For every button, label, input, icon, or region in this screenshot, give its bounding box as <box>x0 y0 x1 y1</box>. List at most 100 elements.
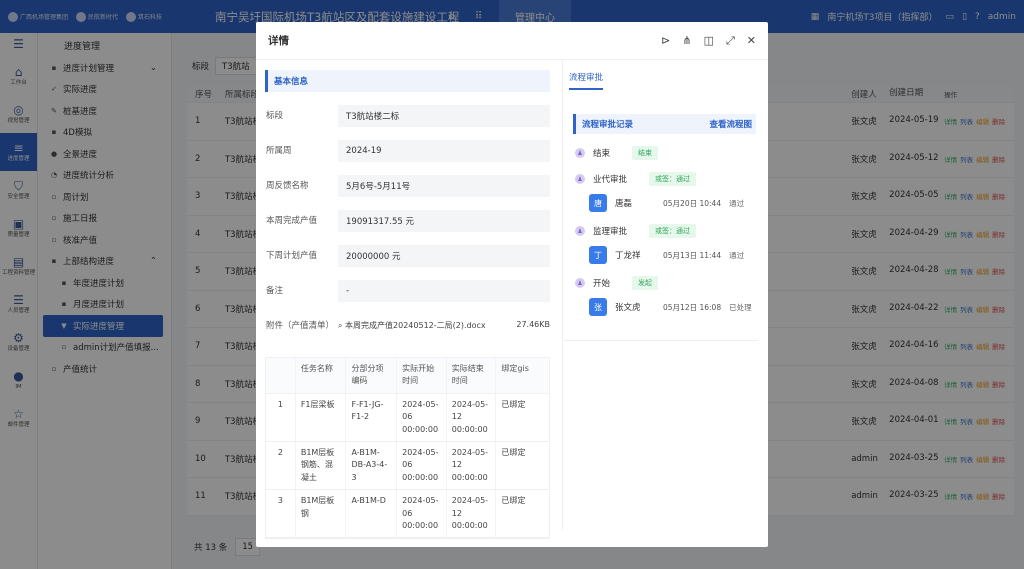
approval-record-title: 流程审批记录 查看流程图 <box>573 114 756 134</box>
approver-row: 唐 唐磊 05月20日 10:44 通过 <box>589 194 768 212</box>
task-start: 2024-05-06 00:00:00 <box>397 393 447 441</box>
field-label: 本周完成产值 <box>266 216 318 226</box>
field-value: T3航站楼二标 <box>338 105 550 127</box>
basic-info-title: 基本信息 <box>265 70 550 92</box>
step-name: 开始 <box>593 279 611 289</box>
split-view-icon[interactable]: ◫ <box>704 34 714 47</box>
task-gis: 已绑定 <box>501 447 526 457</box>
attachment-size: 27.46KB <box>516 320 550 329</box>
task-header-end: 实际结束时间 <box>447 358 497 393</box>
task-header-gis: 绑定gis <box>501 364 529 373</box>
task-name: B1M层板钢筋、混凝土 <box>296 441 347 490</box>
approval-panel: 流程审批 流程审批记录 查看流程图 ♟ 结束 结束 ♟ 业代审批 或签：通过 唐… <box>562 60 768 530</box>
step-header: ♟ 结束 结束 <box>575 146 768 160</box>
step-node-icon: ♟ <box>575 226 585 236</box>
step-status-tag: 结束 <box>632 146 659 160</box>
step-node-icon: ♟ <box>575 278 585 288</box>
task-end: 2024-05-12 00:00:00 <box>447 441 497 490</box>
task-start: 2024-05-06 00:00:00 <box>397 441 447 490</box>
task-row: 1 F1层梁板 F-F1-JG-F1-2 2024-05-06 00:00:00… <box>266 393 549 442</box>
approval-time: 05月13日 11:44 <box>663 250 722 260</box>
attachment-label: 附件（产值清单） <box>266 321 335 331</box>
task-header-name: 任务名称 <box>296 358 347 393</box>
approval-time: 05月12日 16:08 <box>663 302 722 312</box>
step-status-tag: 或签：通过 <box>649 224 697 238</box>
step-header: ♟ 业代审批 或签：通过 <box>575 172 768 186</box>
attachment-link[interactable]: 本周完成产值20240512-二局(2).docx <box>345 321 486 330</box>
field-label: 下周计划产值 <box>266 251 318 261</box>
approval-time: 05月20日 10:44 <box>663 198 722 208</box>
approval-step: ♟ 开始 发起 张 张文虎 05月12日 16:08 已处理 <box>563 276 768 316</box>
step-status-tag: 发起 <box>632 276 659 290</box>
task-header-start: 实际开始时间 <box>397 358 447 393</box>
forward-icon[interactable]: ⊳ <box>661 34 670 47</box>
step-node-icon: ♟ <box>575 148 585 158</box>
task-code: A-B1M-DB-A3-4-3 <box>346 441 398 490</box>
task-no: 1 <box>266 393 296 441</box>
approver-row: 丁 丁龙祥 05月13日 11:44 通过 <box>589 246 768 264</box>
step-status-tag: 或签：通过 <box>649 172 697 186</box>
step-node-icon: ♟ <box>575 174 585 184</box>
step-header: ♟ 开始 发起 <box>575 276 768 290</box>
tab-approval[interactable]: 流程审批 <box>569 71 604 90</box>
field-value: 19091317.55 元 <box>338 210 550 232</box>
field-row: 下周计划产值 20000000 元 <box>265 245 550 267</box>
task-code: F-F1-JG-F1-2 <box>346 393 398 441</box>
field-label: 所属周 <box>266 146 292 156</box>
view-flowchart-link[interactable]: 查看流程图 <box>709 118 752 130</box>
task-gis: 已绑定 <box>501 496 526 506</box>
basic-info-panel: 基本信息 标段 T3航站楼二标 所属周 2024-19 周反馈名称 5月6号-5月11… <box>265 70 550 540</box>
step-name: 业代审批 <box>593 175 628 185</box>
field-value: - <box>338 280 550 302</box>
field-value: 5月6号-5月11号 <box>338 175 550 197</box>
task-name: B1M层板钢 <box>296 490 347 538</box>
approval-step: ♟ 结束 结束 <box>563 146 768 160</box>
task-no: 2 <box>266 441 296 490</box>
approval-status: 通过 <box>729 198 745 208</box>
task-end: 2024-05-12 00:00:00 <box>447 393 497 441</box>
field-label: 标段 <box>266 111 284 121</box>
detail-modal: 详情 ⊳ ⋔ ◫ ⤢ ✕ 基本信息 标段 T3航站楼二标 所属周 2024-19 周… <box>256 22 768 547</box>
field-row: 标段 T3航站楼二标 <box>265 105 550 127</box>
share-icon[interactable]: ⋔ <box>682 34 691 47</box>
task-header-no <box>266 358 296 393</box>
task-row: 2 B1M层板钢筋、混凝土 A-B1M-DB-A3-4-3 2024-05-06… <box>266 441 549 491</box>
approver-row: 张 张文虎 05月12日 16:08 已处理 <box>589 298 768 316</box>
modal-header: 详情 ⊳ ⋔ ◫ ⤢ ✕ <box>256 22 768 60</box>
avatar: 张 <box>589 298 607 316</box>
task-row: 3 B1M层板钢 A-B1M-D 2024-05-06 00:00:00 202… <box>266 490 549 539</box>
attachment-row: 附件（产值清单） ⌕ 本周完成产值20240512-二局(2).docx 27.… <box>265 316 550 337</box>
task-start: 2024-05-06 00:00:00 <box>397 490 447 538</box>
step-name: 监理审批 <box>593 227 628 237</box>
approval-record-label: 流程审批记录 <box>582 120 634 130</box>
approval-step: ♟ 业代审批 或签：通过 唐 唐磊 05月20日 10:44 通过 <box>563 172 768 212</box>
field-label: 周反馈名称 <box>266 181 309 191</box>
paperclip-icon: ⌕ <box>338 321 343 330</box>
task-no: 3 <box>266 490 296 538</box>
field-value: 2024-19 <box>338 140 550 162</box>
expand-icon[interactable]: ⤢ <box>726 34 735 48</box>
field-row: 本周完成产值 19091317.55 元 <box>265 210 550 232</box>
task-gis: 已绑定 <box>501 399 526 409</box>
approver-name: 丁龙祥 <box>615 251 641 261</box>
step-header: ♟ 监理审批 或签：通过 <box>575 224 768 238</box>
avatar: 唐 <box>589 194 607 212</box>
avatar: 丁 <box>589 246 607 264</box>
field-row: 周反馈名称 5月6号-5月11号 <box>265 175 550 197</box>
approver-name: 张文虎 <box>615 303 641 313</box>
close-icon[interactable]: ✕ <box>747 34 756 47</box>
approval-status: 已处理 <box>729 302 752 312</box>
task-end: 2024-05-12 00:00:00 <box>447 490 497 538</box>
approver-name: 唐磊 <box>615 199 633 209</box>
field-row: 备注 - <box>265 280 550 302</box>
step-name: 结束 <box>593 149 611 159</box>
task-header: 任务名称 分部分项编码 实际开始时间 实际结束时间 绑定gis <box>266 358 549 394</box>
task-name: F1层梁板 <box>296 393 347 441</box>
field-row: 所属周 2024-19 <box>265 140 550 162</box>
task-code: A-B1M-D <box>346 490 398 538</box>
modal-title: 详情 <box>268 35 289 47</box>
field-value: 20000000 元 <box>338 245 550 267</box>
approval-status: 通过 <box>729 250 745 260</box>
field-label: 备注 <box>266 286 284 296</box>
approval-step: ♟ 监理审批 或签：通过 丁 丁龙祥 05月13日 11:44 通过 <box>563 224 768 264</box>
